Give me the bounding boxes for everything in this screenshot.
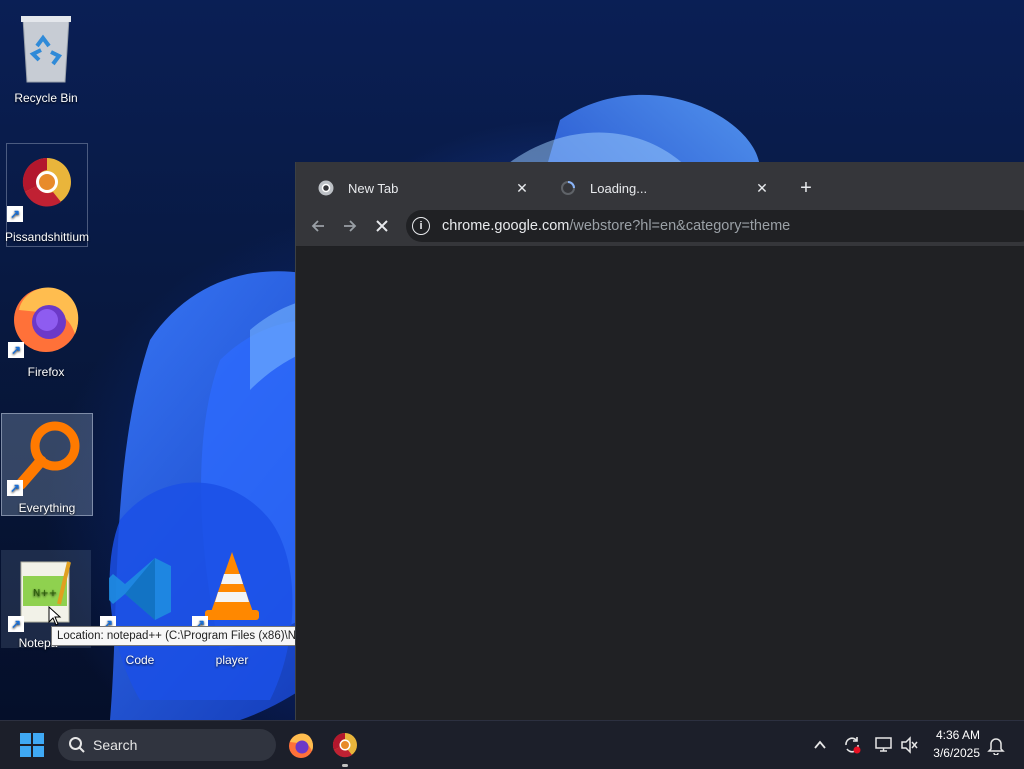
page-content-area[interactable]: [296, 247, 1024, 720]
tab-title: Loading...: [590, 181, 648, 196]
forward-arrow-icon: [344, 220, 357, 232]
tab-strip: New Tab ✕ Loading... ✕ +: [296, 162, 1024, 206]
taskbar-clock[interactable]: 4:36 AM 3/6/2025: [920, 726, 980, 762]
vlc-icon: [205, 552, 259, 620]
everything-label: Everything: [18, 501, 76, 515]
desktop-icon-pissandshittium[interactable]: ↗ Pissandshittium: [5, 143, 89, 247]
address-bar[interactable]: i chrome.google.com/webstore?hl=en&categ…: [406, 210, 1024, 242]
desktop-icon-recycle-bin[interactable]: Recycle Bin: [2, 8, 90, 112]
vlc-label: player: [215, 653, 249, 667]
search-icon: [69, 737, 85, 753]
desktop-icon-everything[interactable]: ↗ Everything: [1, 413, 93, 516]
recycle-bin-icon: [21, 16, 71, 83]
search-placeholder: Search: [93, 737, 138, 753]
new-tab-button[interactable]: +: [794, 176, 818, 200]
browser-window[interactable]: New Tab ✕ Loading... ✕ + i chrome.google…: [295, 162, 1024, 720]
back-button[interactable]: [304, 214, 332, 238]
chevron-up-icon[interactable]: [812, 737, 828, 753]
firefox-taskbar-icon[interactable]: [287, 731, 315, 759]
forward-button[interactable]: [336, 214, 364, 238]
tab-loading[interactable]: Loading... ✕: [546, 170, 784, 206]
browser-toolbar: i chrome.google.com/webstore?hl=en&categ…: [296, 206, 1024, 247]
url-path: /webstore?hl=en&category=theme: [569, 218, 791, 234]
svg-text:N++: N++: [33, 588, 57, 599]
close-tab-icon[interactable]: ✕: [512, 178, 532, 198]
pissandshittium-label: Pissandshittium: [4, 230, 90, 244]
mouse-cursor-icon: [48, 606, 62, 626]
clock-date: 3/6/2025: [933, 746, 980, 760]
shortcut-arrow-icon: ↗: [7, 206, 23, 222]
clock-time: 4:36 AM: [935, 728, 980, 742]
site-info-icon[interactable]: i: [412, 217, 430, 235]
windows-start-icon[interactable]: [20, 733, 44, 757]
vscode-label: Code: [125, 653, 155, 667]
address-bar-url[interactable]: chrome.google.com/webstore?hl=en&categor…: [442, 218, 790, 234]
running-app-indicator: [342, 764, 348, 767]
firefox-label: Firefox: [27, 365, 65, 379]
vscode-icon: [109, 558, 171, 620]
url-host: chrome.google.com: [442, 218, 570, 234]
desktop-icon-vscode[interactable]: ↗ Code: [96, 550, 184, 670]
shortcut-arrow-icon: ↗: [7, 480, 23, 496]
chromium-icon: [22, 157, 71, 207]
desktop-icon-firefox[interactable]: ↗ Firefox: [2, 280, 90, 380]
loading-spinner-icon: [561, 181, 575, 195]
volume-muted-icon[interactable]: [900, 735, 920, 755]
notification-bell-icon[interactable]: [987, 735, 1005, 755]
taskbar-search-box[interactable]: Search: [58, 729, 276, 761]
network-icon[interactable]: [874, 735, 894, 755]
close-tab-icon[interactable]: ✕: [752, 178, 772, 198]
tab-title: New Tab: [348, 181, 399, 196]
shortcut-arrow-icon: ↗: [8, 342, 24, 358]
sync-icon[interactable]: [842, 735, 862, 755]
close-icon: [376, 220, 388, 232]
chromium-taskbar-icon[interactable]: [331, 731, 359, 759]
stop-loading-button[interactable]: [368, 214, 396, 238]
chrome-icon: [318, 180, 334, 196]
recycle-bin-label: Recycle Bin: [14, 91, 78, 105]
desktop-icon-vlc[interactable]: ↗ player: [188, 550, 276, 670]
shortcut-arrow-icon: ↗: [8, 616, 24, 632]
tab-new-tab[interactable]: New Tab ✕: [304, 170, 544, 206]
taskbar: Search 4:36 AM 3/6/2025: [0, 720, 1024, 769]
back-arrow-icon: [311, 220, 324, 232]
